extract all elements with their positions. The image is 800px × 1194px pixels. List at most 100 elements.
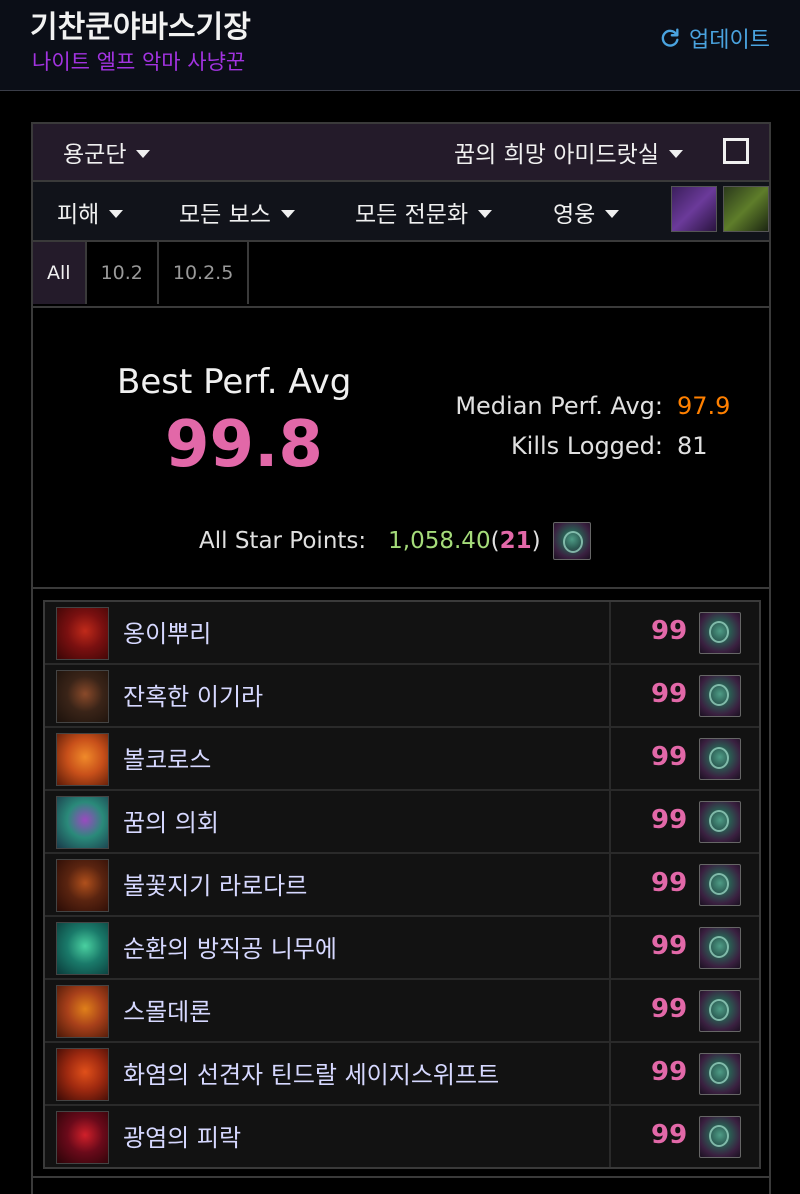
boss-link[interactable]: 순환의 방직공 니무에 [45,917,611,978]
boss-dropdown[interactable]: 모든 보스 [179,195,295,229]
boss-score: 99 [651,994,688,1024]
boss-icon [56,922,109,975]
boss-row[interactable]: 볼코로스 99 [45,728,759,791]
boss-link[interactable]: 화염의 선견자 틴드랄 세이지스위프트 [45,1043,611,1104]
boss-link[interactable]: 볼코로스 [45,728,611,789]
spec-label: 모든 전문화 [355,202,469,228]
chevron-down-icon [280,210,295,218]
kills-logged-label: Kills Logged: [510,432,663,460]
boss-filter-label: 모든 보스 [179,202,271,228]
boss-score: 99 [651,868,688,898]
tab-all[interactable]: All [33,242,87,304]
boss-icon [56,796,109,849]
class-crest-icon [699,675,741,717]
character-header: 기찬쿤야바스기장 나이트 엘프 악마 사냥꾼 업데이트 [0,0,800,91]
performance-summary: Best Perf. Avg 99.8 Median Perf. Avg: 97… [33,308,769,588]
boss-row[interactable]: 스몰데론 99 [45,980,759,1043]
class-crest-icon [699,990,741,1032]
character-name: 기찬쿤야바스기장 [30,10,251,45]
boss-name: 잔혹한 이기라 [123,683,264,711]
region-dropdown[interactable]: 용군단 [63,135,151,169]
difficulty-label: 영웅 [553,202,596,228]
boss-link[interactable]: 스몰데론 [45,980,611,1041]
boss-name: 화염의 선견자 틴드랄 세이지스위프트 [123,1061,500,1089]
chevron-down-icon [605,210,620,218]
paren-close: ) [531,528,541,554]
boss-score: 99 [651,931,688,961]
boss-name: 불꽃지기 라로다르 [123,872,308,900]
rankings-panel: 용군단 꿈의 희망 아미드랏실 피해 모든 보스 모든 전문화 영웅 All 1… [31,122,771,1194]
boss-score: 99 [651,1120,688,1150]
paren-open: ( [490,528,500,554]
class-crest-icon [552,522,591,560]
spec-dropdown[interactable]: 모든 전문화 [355,195,493,229]
boss-score: 99 [651,805,688,835]
tab-10-2[interactable]: 10.2 [87,242,159,304]
boss-link[interactable]: 옹이뿌리 [45,602,611,663]
raid-label: 꿈의 희망 아미드랏실 [453,142,659,168]
boss-row[interactable]: 불꽃지기 라로다르 99 [45,854,759,917]
best-perf-value: 99.8 [165,408,323,482]
raid-dropdown[interactable]: 꿈의 희망 아미드랏실 [454,135,683,169]
class-crest-icon [699,738,741,780]
boss-link[interactable]: 불꽃지기 라로다르 [45,854,611,915]
boss-list: 옹이뿌리 99 잔혹한 이기라 99 볼코로스 99 꿈의 의회 99 불꽃지기 라로다르 99 순… [43,600,761,1169]
metric-dropdown[interactable]: 피해 [57,195,124,229]
boss-row[interactable]: 순환의 방직공 니무에 99 [45,917,759,980]
boss-name: 꿈의 의회 [123,809,219,837]
chevron-down-icon [478,210,493,218]
boss-score: 99 [651,742,688,772]
boss-icon [56,670,109,723]
kills-logged-value: 81 [677,432,708,460]
boss-name: 순환의 방직공 니무에 [123,935,337,963]
update-button[interactable]: 업데이트 [659,22,770,54]
difficulty-dropdown[interactable]: 영웅 [553,195,620,229]
chevron-down-icon [669,150,683,158]
boss-link[interactable]: 잔혹한 이기라 [45,665,611,726]
metric-label: 피해 [57,202,100,228]
class-crest-icon [699,801,741,843]
boss-score: 99 [651,616,688,646]
all-star-label: All Star Points: [199,528,367,554]
class-crest-icon [699,927,741,969]
boss-icon [56,985,109,1038]
boss-row[interactable]: 잔혹한 이기라 99 [45,665,759,728]
boss-row[interactable]: 옹이뿌리 99 [45,602,759,665]
character-class: 나이트 엘프 악마 사냥꾼 [32,50,246,74]
boss-icon [56,1048,109,1101]
boss-row[interactable]: 광염의 피락 99 [45,1106,759,1167]
boss-row[interactable]: 화염의 선견자 틴드랄 세이지스위프트 99 [45,1043,759,1106]
filter-row-primary: 용군단 꿈의 희망 아미드랏실 [33,124,769,182]
patch-tabs: All 10.2 10.2.5 [33,242,250,306]
boss-icon [56,1111,109,1164]
boss-name: 옹이뿌리 [123,620,212,648]
class-crest-icon [699,1053,741,1095]
tab-10-2-5[interactable]: 10.2.5 [159,242,250,304]
all-star-rank: 21 [499,528,532,554]
boss-icon [56,607,109,660]
divider [33,1176,769,1178]
all-star-points-value: 1,058.40 [388,528,491,554]
median-perf-value: 97.9 [677,392,731,420]
chevron-down-icon [136,150,151,158]
best-perf-label: Best Perf. Avg [117,362,352,402]
filter-row-secondary: 피해 모든 보스 모든 전문화 영웅 [33,182,769,242]
boss-row[interactable]: 꿈의 의회 99 [45,791,759,854]
key-icon[interactable] [723,186,769,232]
divider [33,587,769,589]
boss-link[interactable]: 꿈의 의회 [45,791,611,852]
crossed-swords-icon[interactable] [671,186,717,232]
all-star-points: All Star Points: 1,058.40 ( 21 ) [199,522,591,560]
boss-name: 볼코로스 [123,746,212,774]
boss-link[interactable]: 광염의 피락 [45,1106,611,1167]
class-crest-icon [699,612,741,654]
boss-score: 99 [651,1057,688,1087]
region-label: 용군단 [63,142,127,168]
boss-name: 광염의 피락 [123,1124,242,1152]
boss-score: 99 [651,679,688,709]
class-crest-icon [699,1116,741,1158]
boss-icon [56,733,109,786]
update-label: 업데이트 [689,28,770,53]
expand-icon[interactable] [723,138,749,164]
boss-name: 스몰데론 [123,998,212,1026]
